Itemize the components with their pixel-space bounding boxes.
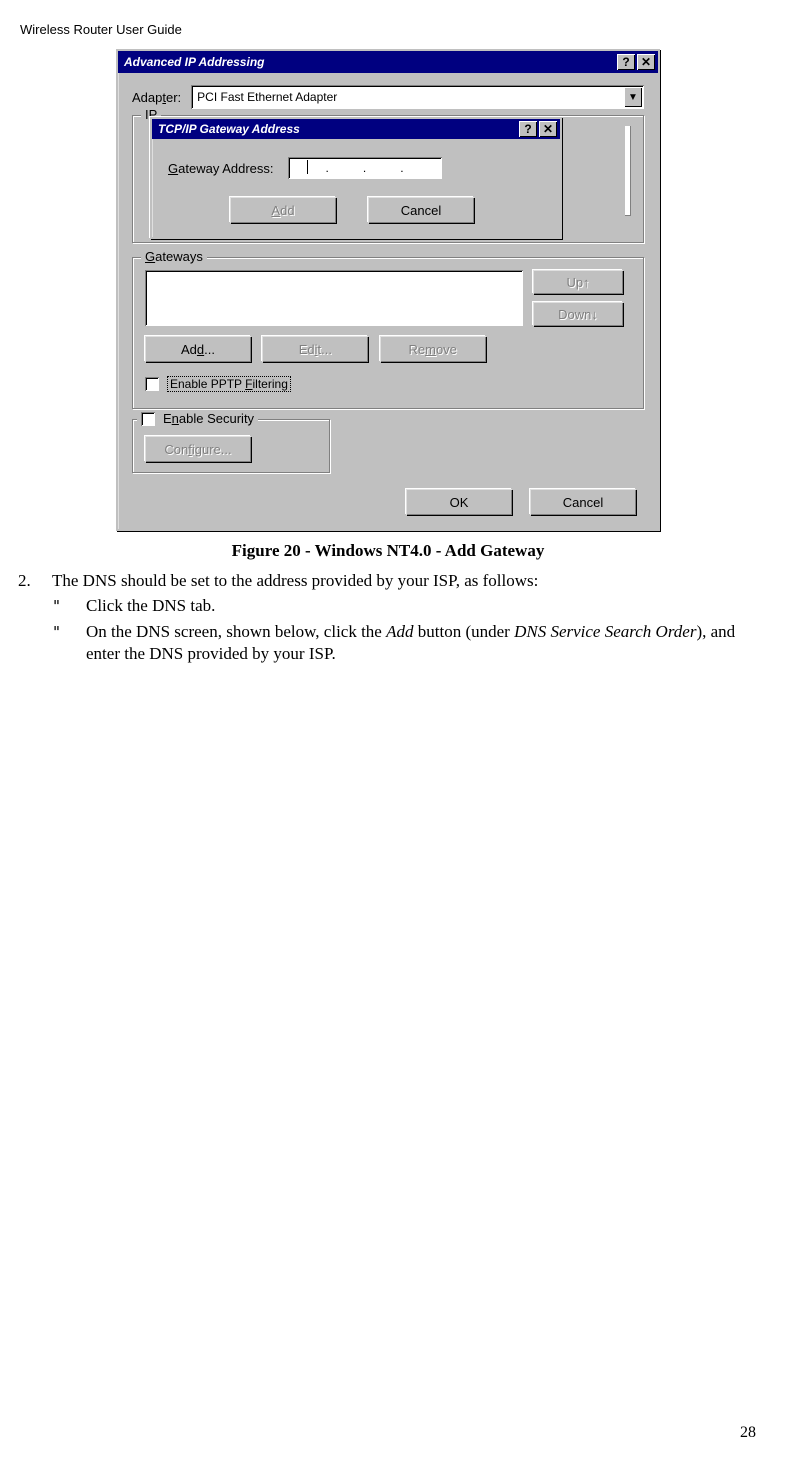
running-header: Wireless Router User Guide <box>20 22 758 37</box>
gateway-edit-button[interactable]: Edit... <box>262 336 368 362</box>
pptp-label: Enable PPTP Filtering <box>167 376 291 392</box>
step-2: 2. The DNS should be set to the address … <box>18 571 758 591</box>
cancel-button[interactable]: Cancel <box>530 489 636 515</box>
checkbox-box-icon <box>145 377 159 391</box>
enable-security-checkbox[interactable]: Enable Security <box>141 411 254 426</box>
gateway-address-label: Gateway Address: <box>168 161 274 176</box>
enable-pptp-checkbox[interactable]: Enable PPTP Filtering <box>145 376 291 392</box>
gateway-address-input[interactable]: . . . <box>288 157 442 179</box>
adapter-value: PCI Fast Ethernet Adapter <box>197 90 337 104</box>
gateway-address-row: Gateway Address: . . . <box>168 157 544 179</box>
checkbox-box-icon <box>141 412 155 426</box>
adapter-row: Adapter: PCI Fast Ethernet Adapter ▼ <box>132 85 644 109</box>
gateways-listbox[interactable] <box>145 270 523 326</box>
bullet-glyph: " <box>52 595 86 617</box>
page-number: 28 <box>740 1424 756 1442</box>
gateway-add-button[interactable]: Add... <box>145 336 251 362</box>
inner-add-button[interactable]: Add <box>230 197 336 223</box>
tcpip-gateway-dialog: TCP/IP Gateway Address ? ✕ Gateway Addre… <box>150 117 562 239</box>
inner-titlebar: TCP/IP Gateway Address ? ✕ <box>152 119 560 139</box>
ip-edge-decoration <box>625 126 631 216</box>
figure-caption: Figure 20 - Windows NT4.0 - Add Gateway <box>18 541 758 561</box>
security-legend: Enable Security <box>137 411 258 429</box>
ok-button[interactable]: OK <box>406 489 512 515</box>
gateway-down-button[interactable]: Down↓ <box>533 302 623 326</box>
screenshot-container: Advanced IP Addressing ? ✕ Adapter: PCI … <box>18 49 758 531</box>
help-icon[interactable]: ? <box>519 121 537 137</box>
bullet-1-text: Click the DNS tab. <box>86 595 215 617</box>
enable-security-groupbox: Enable Security Configure... <box>132 419 330 473</box>
configure-button[interactable]: Configure... <box>145 436 251 462</box>
adapter-label: Adapter: <box>132 90 181 105</box>
step-number: 2. <box>18 571 52 591</box>
gateways-groupbox: Gateways Up↑ Down↓ Add... <box>132 257 644 409</box>
step-text: The DNS should be set to the address pro… <box>52 571 538 591</box>
adapter-select[interactable]: PCI Fast Ethernet Adapter ▼ <box>191 85 644 109</box>
security-label: Enable Security <box>163 411 254 426</box>
gateway-remove-button[interactable]: Remove <box>380 336 486 362</box>
gateway-up-button[interactable]: Up↑ <box>533 270 623 294</box>
bullet-2: " On the DNS screen, shown below, click … <box>52 621 758 665</box>
advanced-ip-dialog: Advanced IP Addressing ? ✕ Adapter: PCI … <box>116 49 660 531</box>
bullet-1: " Click the DNS tab. <box>52 595 758 617</box>
inner-title: TCP/IP Gateway Address <box>158 122 300 136</box>
bullet-glyph: " <box>52 621 86 665</box>
outer-titlebar: Advanced IP Addressing ? ✕ <box>118 51 658 73</box>
gateways-legend: Gateways <box>141 249 207 264</box>
bullet-2-text: On the DNS screen, shown below, click th… <box>86 621 758 665</box>
help-icon[interactable]: ? <box>617 54 635 70</box>
close-icon[interactable]: ✕ <box>637 54 655 70</box>
inner-cancel-button[interactable]: Cancel <box>368 197 474 223</box>
close-icon[interactable]: ✕ <box>539 121 557 137</box>
outer-title: Advanced IP Addressing <box>124 55 264 69</box>
chevron-down-icon[interactable]: ▼ <box>624 87 642 107</box>
